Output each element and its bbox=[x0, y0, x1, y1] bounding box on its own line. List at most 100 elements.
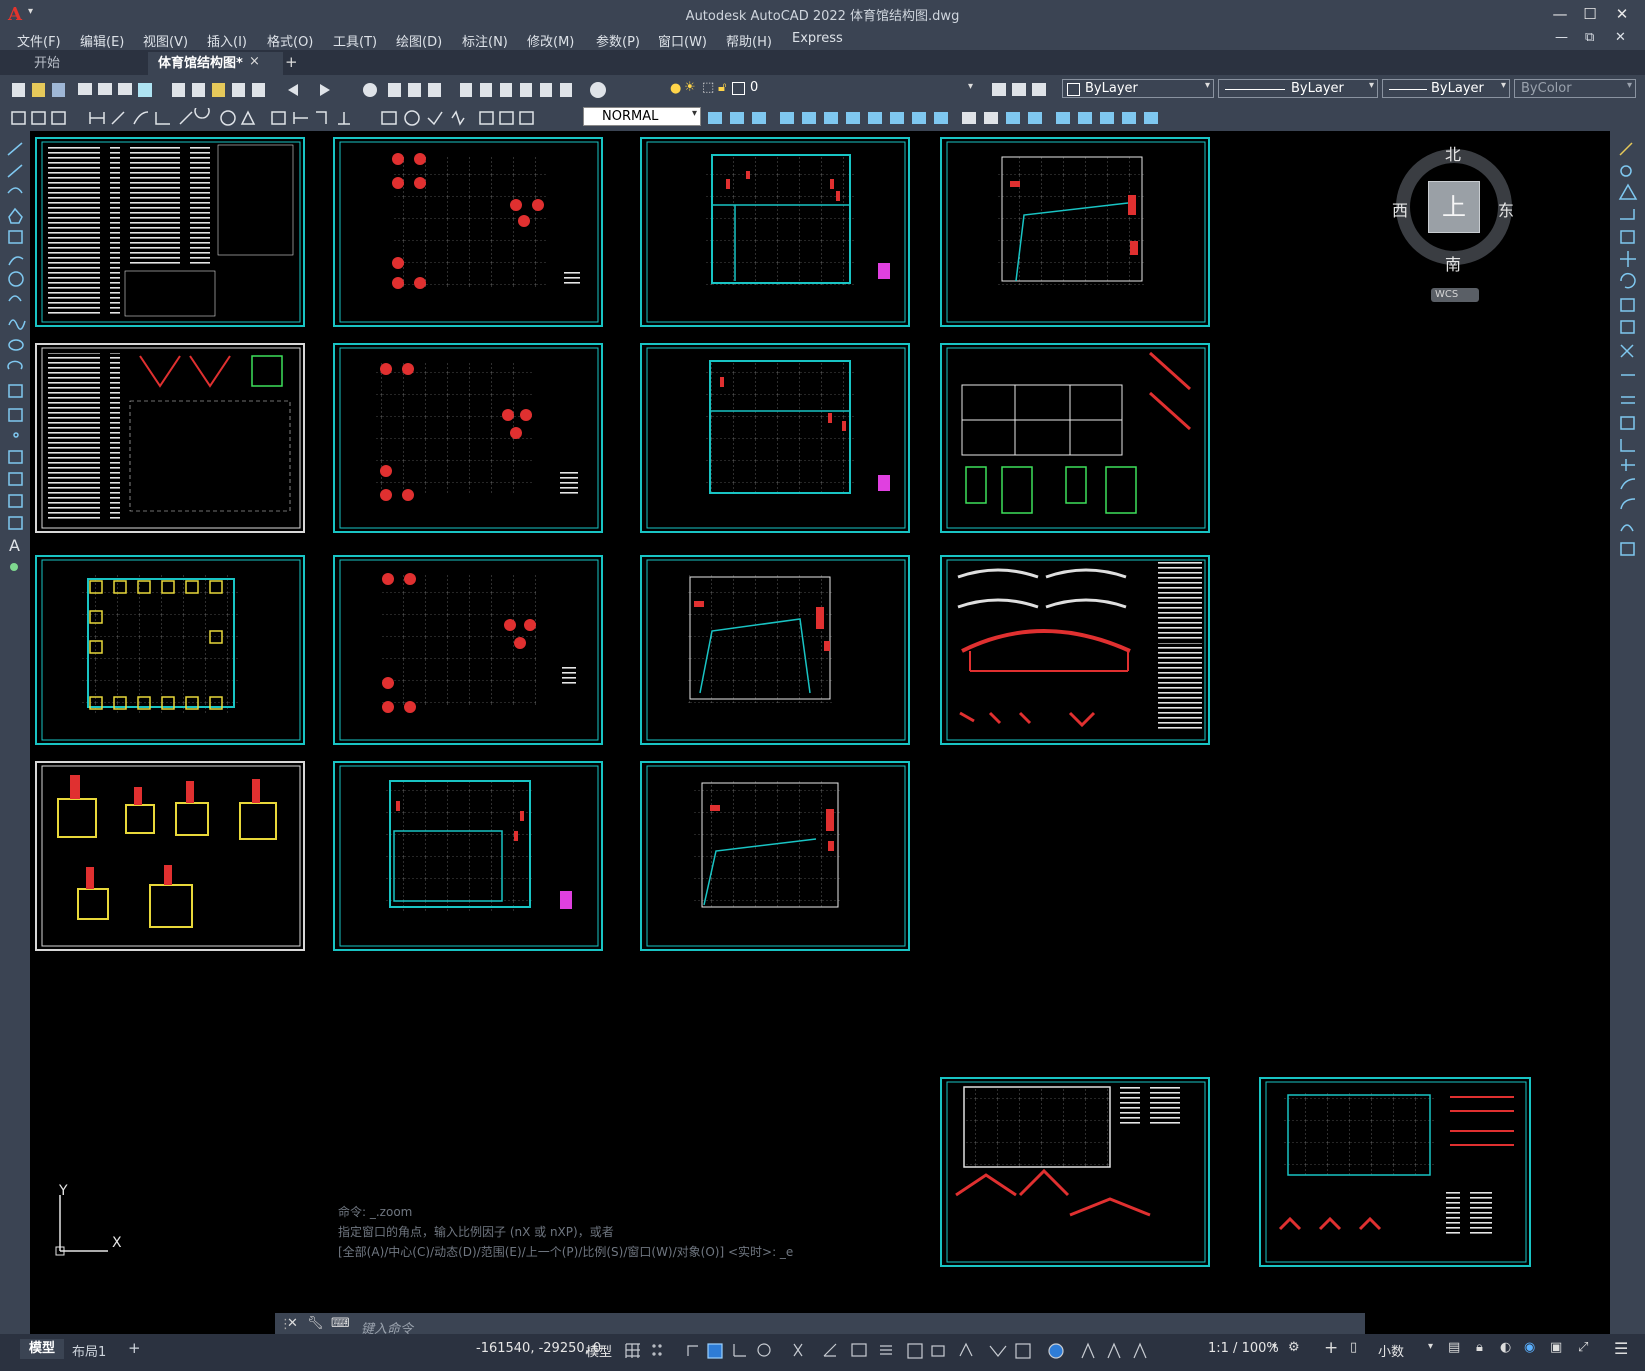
sheet-foundation-plan-1[interactable] bbox=[333, 137, 603, 327]
drawing-canvas[interactable]: 上 北 南 东 西 WCS Y X 命令: _.zoom 指定窗口的角点，输入比… bbox=[30, 131, 1610, 1334]
layer-tools-icons[interactable] bbox=[990, 80, 1050, 100]
sheet-beam-plan-1[interactable] bbox=[640, 137, 910, 327]
doc-close-icon[interactable]: ✕ bbox=[1615, 30, 1626, 45]
customization-menu-icon[interactable]: ☰ bbox=[1614, 1339, 1628, 1358]
scale-chevron-icon[interactable]: ▾ bbox=[1272, 1341, 1277, 1352]
modify-toolbar-icons[interactable] bbox=[706, 108, 1206, 128]
quick-properties-icon[interactable]: ▤ bbox=[1448, 1340, 1460, 1355]
gear-icon[interactable]: ⚙ bbox=[1288, 1340, 1300, 1355]
isolate-icon[interactable]: ◐ bbox=[1500, 1340, 1511, 1355]
hardware-accel-icon[interactable]: ◉ bbox=[1524, 1340, 1535, 1355]
lock-ui-icon[interactable]: 🔒︎ bbox=[1476, 1340, 1483, 1355]
menu-file[interactable]: 文件(F) bbox=[17, 31, 61, 50]
menu-bar: 文件(F) 编辑(E) 视图(V) 插入(I) 格式(O) 工具(T) 绘图(D… bbox=[0, 28, 1645, 50]
sheet-details-1[interactable] bbox=[35, 343, 305, 533]
linetype-value: ByLayer bbox=[1291, 81, 1344, 96]
sheet-foundation-plan-3[interactable] bbox=[333, 555, 603, 745]
maximize-icon[interactable]: ☐ bbox=[1580, 4, 1600, 24]
menu-tools[interactable]: 工具(T) bbox=[333, 31, 377, 50]
new-tab-icon[interactable]: + bbox=[285, 53, 298, 71]
menu-help[interactable]: 帮助(H) bbox=[726, 31, 772, 50]
color-value: ByLayer bbox=[1085, 81, 1138, 96]
dimension-toolbar-icons[interactable] bbox=[10, 108, 570, 128]
lineweight-sample bbox=[1389, 89, 1427, 90]
title-bar: A ▾ Autodesk AutoCAD 2022 体育馆结构图.dwg — ☐… bbox=[0, 0, 1645, 28]
layer-control[interactable]: ● ☀ ⬚ 🔓︎ 0 ▾ bbox=[668, 79, 980, 99]
lineweight-control[interactable]: ByLayer ▾ bbox=[1382, 79, 1510, 98]
wrench-icon[interactable]: 🔧︎ bbox=[307, 1316, 324, 1331]
sheet-roof-plan-1[interactable] bbox=[940, 137, 1210, 327]
menu-insert[interactable]: 插入(I) bbox=[207, 31, 247, 50]
draw-tools-icons[interactable]: A bbox=[6, 139, 26, 579]
drawing-sheets[interactable] bbox=[30, 131, 1610, 1334]
doc-restore-icon[interactable]: ⧉ bbox=[1585, 30, 1594, 45]
lightbulb-icon: ● bbox=[670, 81, 682, 96]
menu-draw[interactable]: 绘图(D) bbox=[396, 31, 442, 50]
sheet-roof-truss-plan[interactable] bbox=[1259, 1077, 1531, 1267]
plotstyle-value: ByColor bbox=[1521, 81, 1572, 96]
color-control[interactable]: ByLayer ▾ bbox=[1062, 79, 1214, 98]
menu-window[interactable]: 窗口(W) bbox=[658, 31, 707, 50]
fullscreen-icon[interactable]: ⤢ bbox=[1578, 1340, 1588, 1355]
clean-screen-icon[interactable]: ▣ bbox=[1550, 1340, 1562, 1355]
properties-icon[interactable]: ▯ bbox=[1350, 1340, 1357, 1355]
model-space-toggle[interactable]: 模型 bbox=[586, 1341, 612, 1360]
viewcube-face[interactable]: 上 bbox=[1428, 181, 1480, 233]
viewcube-east[interactable]: 东 bbox=[1498, 197, 1514, 221]
tab-model[interactable]: 模型 bbox=[20, 1339, 64, 1359]
sheet-roof-plan-2[interactable] bbox=[640, 555, 910, 745]
wcs-menu[interactable]: WCS bbox=[1431, 288, 1479, 302]
tab-start[interactable]: 开始 bbox=[0, 52, 125, 75]
minimize-icon[interactable]: — bbox=[1550, 4, 1570, 24]
command-close-icon[interactable]: ✕ bbox=[287, 1316, 298, 1331]
dimstyle-control[interactable]: NORMAL ▾ bbox=[583, 107, 701, 126]
modify-toolbar bbox=[1610, 131, 1645, 1334]
command-history-line-2: 指定窗口的角点，输入比例因子 (nX 或 nXP)，或者 bbox=[338, 1225, 614, 1239]
sheet-beam-plan-3[interactable] bbox=[333, 761, 603, 951]
units-chevron-icon[interactable]: ▾ bbox=[1428, 1341, 1433, 1352]
menu-edit[interactable]: 编辑(E) bbox=[80, 31, 124, 50]
sheet-foundation-plan-2[interactable] bbox=[333, 343, 603, 533]
sheet-roof-plan-3[interactable] bbox=[640, 761, 910, 951]
tab-drawing[interactable]: 体育馆结构图* bbox=[148, 52, 283, 75]
annotation-scale[interactable]: 1:1 / 100% bbox=[1208, 1341, 1279, 1356]
plus-icon[interactable]: + bbox=[1324, 1338, 1338, 1358]
sheet-truss-elevation[interactable] bbox=[940, 555, 1210, 745]
viewcube-south[interactable]: 南 bbox=[1445, 251, 1461, 275]
add-layout-icon[interactable]: + bbox=[128, 1339, 141, 1357]
menu-format[interactable]: 格式(O) bbox=[267, 31, 313, 50]
menu-express[interactable]: Express bbox=[792, 31, 843, 46]
plotstyle-control[interactable]: ByColor ▾ bbox=[1514, 79, 1636, 98]
sheet-section-details[interactable] bbox=[940, 343, 1210, 533]
menu-modify[interactable]: 修改(M) bbox=[527, 31, 574, 50]
color-chevron-icon: ▾ bbox=[1204, 80, 1210, 91]
sheet-column-layout[interactable] bbox=[35, 555, 305, 745]
drafting-aids-icons[interactable] bbox=[624, 1342, 1204, 1362]
close-icon[interactable]: ✕ bbox=[1612, 4, 1632, 24]
lineweight-chevron-icon: ▾ bbox=[1500, 80, 1506, 91]
sheet-beam-plan-2[interactable] bbox=[640, 343, 910, 533]
freeze-icon: ⬚ bbox=[702, 80, 715, 95]
tab-close-icon[interactable]: × bbox=[249, 54, 260, 69]
menu-dimension[interactable]: 标注(N) bbox=[462, 31, 508, 50]
layer-dropdown-chevron-icon[interactable]: ▾ bbox=[968, 81, 973, 92]
tab-drawing-label: 体育馆结构图* bbox=[158, 56, 243, 71]
draw-toolbar: A bbox=[0, 131, 30, 1334]
sheet-general-notes[interactable] bbox=[35, 137, 305, 327]
menu-parametric[interactable]: 参数(P) bbox=[596, 31, 640, 50]
command-history-line-3: [全部(A)/中心(C)/动态(D)/范围(E)/上一个(P)/比例(S)/窗口… bbox=[338, 1245, 794, 1259]
sheet-footing-details[interactable] bbox=[35, 761, 305, 951]
window-title: Autodesk AutoCAD 2022 体育馆结构图.dwg bbox=[685, 9, 960, 24]
viewcube-west[interactable]: 西 bbox=[1392, 197, 1408, 221]
units-display[interactable]: 小数 bbox=[1378, 1341, 1404, 1360]
menu-view[interactable]: 视图(V) bbox=[143, 31, 188, 50]
standard-toolbar-icons[interactable] bbox=[10, 80, 660, 100]
linetype-control[interactable]: ByLayer ▾ bbox=[1218, 79, 1378, 98]
viewcube-north[interactable]: 北 bbox=[1445, 141, 1461, 165]
sheet-truss-plan[interactable] bbox=[940, 1077, 1210, 1267]
tab-layout1[interactable]: 布局1 bbox=[72, 1341, 106, 1360]
command-prompt-icon[interactable]: ⌨ bbox=[331, 1316, 350, 1331]
modify-tools-icons[interactable] bbox=[1618, 139, 1638, 559]
status-bar: 模型 布局1 + -161540, -29250, 0 模型 1:1 / 100… bbox=[0, 1334, 1645, 1371]
doc-minimize-icon[interactable]: — bbox=[1555, 30, 1568, 45]
